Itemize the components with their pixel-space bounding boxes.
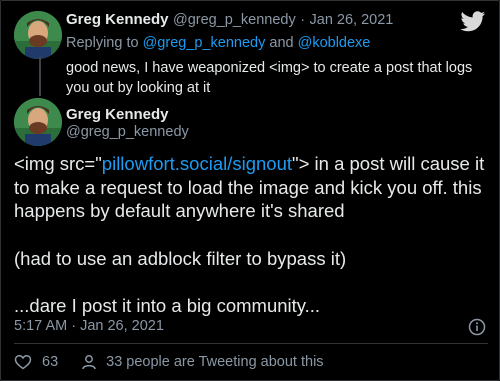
tweet-footer: 63 33 people are Tweeting about this bbox=[14, 352, 324, 372]
info-icon[interactable] bbox=[468, 318, 486, 336]
like-count[interactable]: 63 bbox=[42, 354, 58, 370]
person-icon bbox=[82, 355, 96, 370]
divider bbox=[14, 343, 488, 344]
tweet-link[interactable]: pillowfort.social/signout bbox=[102, 153, 292, 174]
tweet-paragraph: (had to use an adblock filter to bypass … bbox=[14, 247, 347, 269]
thread-line bbox=[39, 56, 41, 96]
heart-icon[interactable] bbox=[14, 353, 32, 371]
mention-link[interactable]: @kobldexe bbox=[298, 35, 371, 51]
avatar[interactable] bbox=[14, 98, 62, 146]
author-handle[interactable]: @greg_p_kennedy bbox=[173, 12, 296, 28]
tweeting-about-link[interactable]: 33 people are Tweeting about this bbox=[106, 354, 323, 370]
tweet-text-part: <img src=" bbox=[14, 153, 102, 174]
tweet-timestamp[interactable]: 5:17 AM · Jan 26, 2021 bbox=[14, 318, 164, 334]
mention-link[interactable]: @greg_p_kennedy bbox=[143, 35, 266, 51]
separator: · bbox=[300, 12, 306, 28]
replying-to: Replying to @greg_p_kennedy and @kobldex… bbox=[66, 35, 370, 51]
replying-and: and bbox=[269, 35, 294, 51]
author-handle[interactable]: @greg_p_kennedy bbox=[66, 124, 189, 140]
replying-prefix: Replying to bbox=[66, 35, 139, 51]
reply-header: Greg Kennedy @greg_p_kennedy · Jan 26, 2… bbox=[66, 11, 393, 29]
author-name[interactable]: Greg Kennedy bbox=[66, 106, 169, 123]
author-name[interactable]: Greg Kennedy bbox=[66, 11, 169, 28]
twitter-bird-icon[interactable] bbox=[460, 11, 486, 32]
tweet-date[interactable]: Jan 26, 2021 bbox=[310, 12, 394, 28]
tweet-paragraph: ...dare I post it into a big community..… bbox=[14, 295, 321, 316]
reply-tweet-text: good news, I have weaponized <img> to cr… bbox=[66, 60, 473, 96]
avatar[interactable] bbox=[14, 11, 62, 59]
main-tweet-text: <img src="pillowfort.social/signout"> in… bbox=[14, 152, 490, 342]
